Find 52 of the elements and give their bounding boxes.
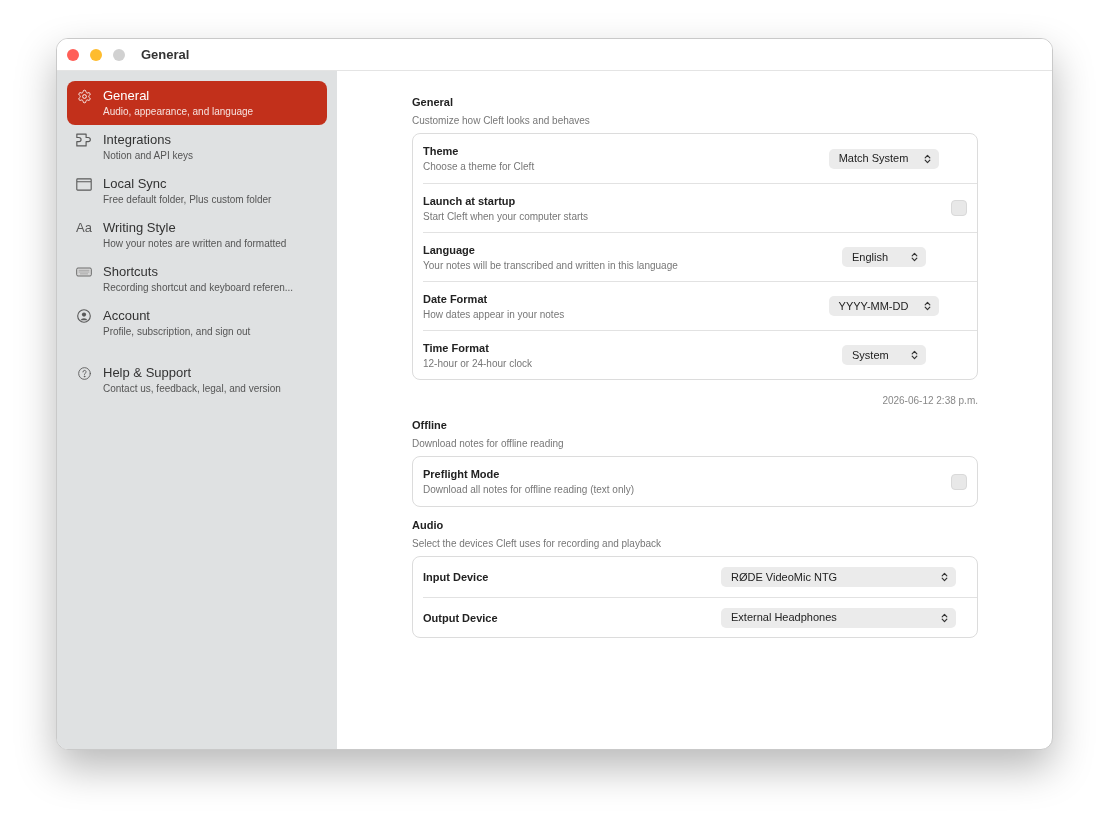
- setting-label: Output Device: [423, 610, 499, 625]
- sidebar-item[interactable]: Shortcuts Recording shortcut and keyboard referen...: [67, 257, 327, 301]
- dropdown[interactable]: English: [842, 247, 926, 267]
- sidebar-item[interactable]: Help & Support Contact us, feedback, legal, and version: [67, 358, 327, 402]
- section-subtitle: Select the devices Cleft uses for recording and playback: [412, 537, 663, 550]
- section-title: General: [412, 95, 454, 109]
- section-title: Offline: [412, 418, 448, 432]
- timestamp: 2026-06-12 2:38 p.m.: [882, 394, 978, 407]
- person-circle-icon: [77, 309, 91, 323]
- sidebar-item[interactable]: Integrations Notion and API keys: [67, 125, 327, 169]
- setting-description: Choose a theme for Cleft: [423, 160, 536, 173]
- sidebar-item[interactable]: Local Sync Free default folder, Plus custom folder: [67, 169, 327, 213]
- close-button[interactable]: [67, 48, 79, 61]
- setting-description: Start Cleft when your computer starts: [423, 209, 590, 223]
- setting-label: Time Format: [423, 340, 490, 355]
- setting-description: 12-hour or 24-hour clock: [423, 356, 533, 370]
- checkbox[interactable]: [951, 200, 967, 216]
- setting-description: Your notes will be transcribed and written in this language: [423, 258, 679, 272]
- dropdown[interactable]: External Headphones: [721, 607, 956, 628]
- sidebar-item[interactable]: General Audio, appearance, and language: [67, 81, 327, 125]
- setting-label: Date Format: [423, 291, 489, 306]
- sidebar-item[interactable]: Aa Writing Style How your notes are written and formatted: [67, 213, 327, 257]
- section-subtitle: Download notes for offline reading: [412, 437, 565, 450]
- chevron-up-down-icon: [924, 153, 932, 164]
- help-icon: [77, 366, 91, 380]
- checkbox[interactable]: [951, 473, 967, 490]
- dropdown[interactable]: RØDE VideoMic NTG: [721, 567, 956, 587]
- chevron-up-down-icon: [911, 252, 918, 262]
- setting-label: Language: [423, 242, 476, 257]
- section-subtitle: Customize how Cleft looks and behaves: [412, 114, 591, 127]
- letters-icon: Aa: [76, 220, 92, 236]
- chevron-up-down-icon: [941, 612, 948, 623]
- chevron-up-down-icon: [911, 350, 918, 360]
- gear-icon: [76, 88, 92, 104]
- setting-label: Theme: [423, 144, 460, 158]
- sidebar-item[interactable]: Account Profile, subscription, and sign out: [67, 301, 327, 345]
- chevron-up-down-icon: [924, 301, 932, 311]
- chevron-up-down-icon: [941, 572, 948, 582]
- setting-description: Download all notes for offline reading (text only): [423, 483, 636, 496]
- setting-label: Launch at startup: [423, 193, 517, 208]
- dropdown[interactable]: System: [842, 345, 926, 365]
- section-title: Audio: [412, 518, 445, 532]
- setting-label: Input Device: [423, 570, 490, 584]
- dropdown[interactable]: YYYY-MM-DD: [828, 296, 940, 316]
- setting-description: How dates appear in your notes: [423, 307, 566, 321]
- minimize-button[interactable]: [90, 48, 102, 61]
- window-title: General: [141, 45, 190, 64]
- puzzle-piece-icon: [76, 133, 92, 147]
- setting-label: Preflight Mode: [423, 467, 501, 481]
- keyboard-icon: [76, 267, 92, 277]
- folder-icon: [76, 177, 92, 191]
- dropdown[interactable]: Match System: [828, 148, 940, 169]
